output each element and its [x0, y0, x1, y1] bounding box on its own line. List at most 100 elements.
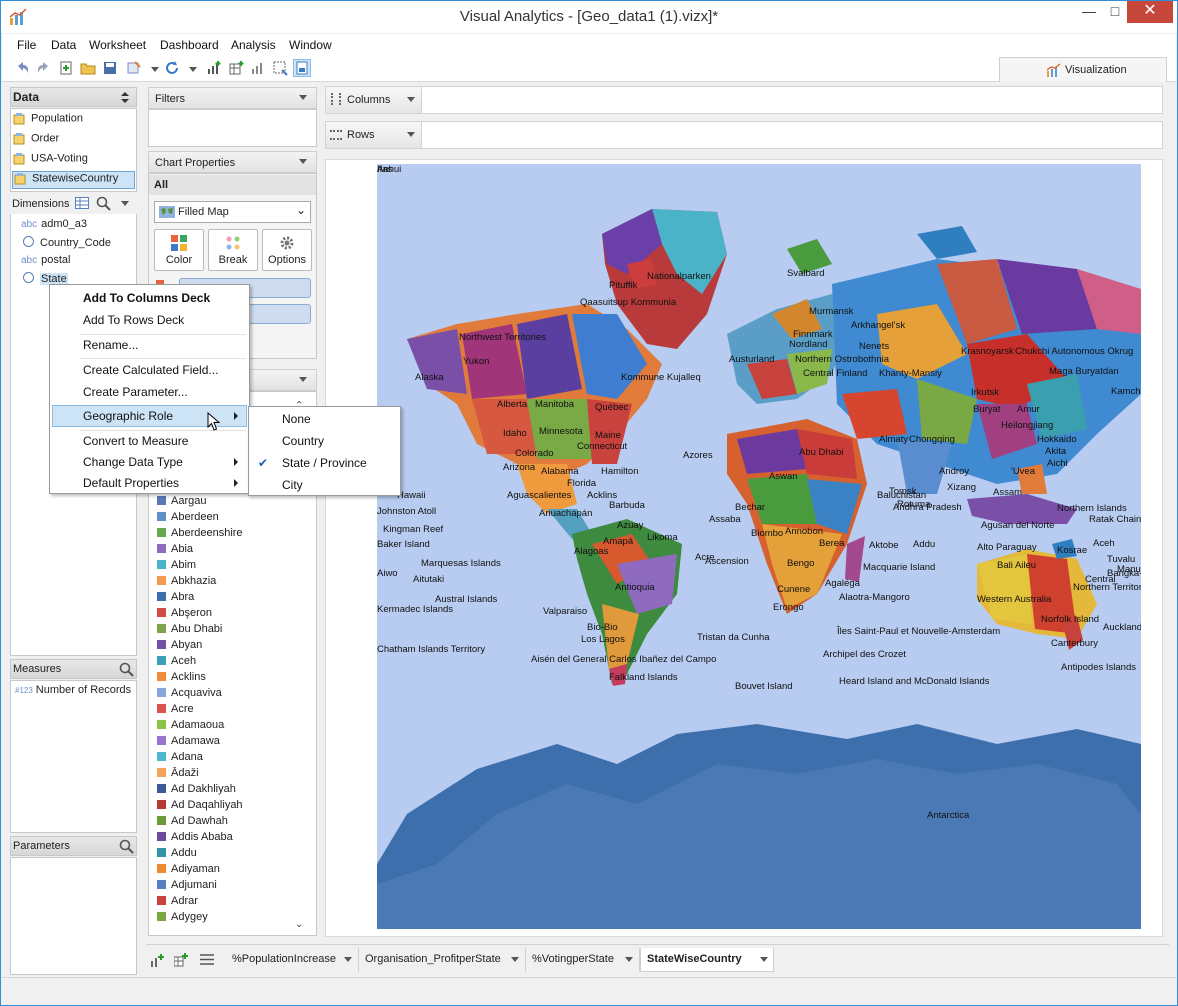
- rows-shelf[interactable]: Rows: [325, 121, 1163, 149]
- menu-dashboard[interactable]: Dashboard: [160, 38, 219, 52]
- legend-item[interactable]: Acre: [157, 703, 194, 719]
- presentation-mode-icon[interactable]: [293, 59, 311, 77]
- legend-item[interactable]: Aargau: [157, 495, 206, 511]
- measure-item[interactable]: #123 Number of Records: [15, 684, 131, 702]
- table-view-icon[interactable]: [75, 197, 89, 209]
- dimensions-dropdown-caret[interactable]: [121, 201, 129, 206]
- menu-add-to-columns[interactable]: Add To Columns Deck: [83, 291, 210, 311]
- menu-analysis[interactable]: Analysis: [231, 38, 276, 52]
- role-country[interactable]: Country: [282, 434, 324, 448]
- refresh-dropdown-caret[interactable]: [189, 67, 197, 72]
- add-chart-icon[interactable]: [206, 60, 222, 76]
- dimension-item[interactable]: Country_Code: [23, 236, 111, 254]
- search-icon[interactable]: [119, 839, 134, 854]
- sheet-list-icon[interactable]: [200, 954, 214, 965]
- legend-item[interactable]: Aberdeenshire: [157, 527, 243, 543]
- sheet-tab[interactable]: Organisation_ProfitperState: [359, 948, 526, 972]
- role-none[interactable]: None: [282, 412, 311, 426]
- menu-add-to-rows[interactable]: Add To Rows Deck: [83, 313, 184, 333]
- legend-item[interactable]: Acquaviva: [157, 687, 222, 703]
- legend-item[interactable]: Abyan: [157, 639, 202, 655]
- undo-icon[interactable]: [14, 60, 30, 76]
- sheet-tab[interactable]: %PopulationIncrease: [226, 948, 359, 972]
- data-source-item[interactable]: USA-Voting: [13, 152, 88, 170]
- role-state-province[interactable]: State / Province: [282, 456, 367, 470]
- wand-dropdown-caret[interactable]: [151, 67, 159, 72]
- legend-item[interactable]: Ad Dakhliyah: [157, 783, 236, 799]
- legend-item[interactable]: Acklins: [157, 671, 206, 687]
- search-icon[interactable]: [119, 662, 134, 677]
- menu-rename[interactable]: Rename...: [83, 338, 138, 358]
- legend-item[interactable]: Addu: [157, 847, 197, 863]
- legend-item[interactable]: Adana: [157, 751, 203, 767]
- legend-item[interactable]: Ad Dawhah: [157, 815, 228, 831]
- menu-geographic-role[interactable]: Geographic Role: [83, 409, 173, 429]
- menu-create-parameter[interactable]: Create Parameter...: [83, 385, 188, 405]
- sheet-tab[interactable]: %VotingperState: [526, 948, 640, 972]
- close-button[interactable]: ✕: [1127, 1, 1173, 23]
- color-button[interactable]: Color: [154, 229, 204, 271]
- refresh-icon[interactable]: [164, 60, 180, 76]
- legend-item[interactable]: Adrar: [157, 895, 198, 911]
- role-city[interactable]: City: [282, 478, 303, 492]
- all-marks-bar[interactable]: All: [149, 175, 316, 195]
- legend-item[interactable]: Adiyaman: [157, 863, 220, 879]
- sheet-tab-active[interactable]: StateWiseCountry: [640, 948, 774, 972]
- filters-drop-area[interactable]: [148, 109, 317, 147]
- save-icon[interactable]: [102, 60, 118, 76]
- legend-item[interactable]: Adamaoua: [157, 719, 224, 735]
- columns-dropdown-caret[interactable]: [407, 97, 415, 102]
- options-button[interactable]: Options: [262, 229, 312, 271]
- legend-item[interactable]: Adamawa: [157, 735, 220, 751]
- legend-item[interactable]: Adjumani: [157, 879, 217, 895]
- legend-item[interactable]: Aceh: [157, 655, 196, 671]
- dimension-item[interactable]: abc postal: [21, 254, 70, 272]
- legend-item[interactable]: Ad Daqahliyah: [157, 799, 243, 815]
- bar-chart-icon[interactable]: [250, 60, 266, 76]
- legend-item[interactable]: Abu Dhabi: [157, 623, 222, 639]
- open-folder-icon[interactable]: [80, 60, 96, 76]
- menu-worksheet[interactable]: Worksheet: [89, 38, 146, 52]
- menu-data[interactable]: Data: [51, 38, 76, 52]
- new-worksheet-icon[interactable]: [151, 953, 165, 967]
- legend-item[interactable]: Aberdeen: [157, 511, 219, 527]
- menu-create-calculated-field[interactable]: Create Calculated Field...: [83, 363, 218, 383]
- lasso-icon[interactable]: [272, 60, 288, 76]
- legend-item[interactable]: Abşeron: [157, 607, 212, 623]
- redo-icon[interactable]: [36, 60, 52, 76]
- scroll-down-icon[interactable]: ⌄: [295, 919, 303, 930]
- legend-item[interactable]: Abia: [157, 543, 193, 559]
- sort-arrows-icon[interactable]: [121, 92, 129, 103]
- dimension-item[interactable]: abc adm0_a3: [21, 218, 87, 236]
- wand-icon[interactable]: [126, 60, 142, 76]
- legend-item[interactable]: Addis Ababa: [157, 831, 233, 847]
- new-icon[interactable]: [58, 60, 74, 76]
- legend-item[interactable]: Ādaži: [157, 767, 199, 783]
- menu-convert-to-measure[interactable]: Convert to Measure: [83, 434, 188, 454]
- search-icon[interactable]: [96, 196, 111, 211]
- filled-map[interactable]: Nationalparken Pituffik Qaasuitsup Kommuni…: [377, 164, 1141, 929]
- legend-item[interactable]: Abim: [157, 559, 196, 575]
- chart-properties-dropdown-caret[interactable]: [299, 159, 307, 164]
- break-button[interactable]: Break: [208, 229, 258, 271]
- legend-item[interactable]: Adygey: [157, 911, 208, 927]
- columns-shelf[interactable]: Columns: [325, 86, 1163, 114]
- tab-dropdown-caret[interactable]: [625, 957, 633, 962]
- tab-dropdown-caret[interactable]: [344, 957, 352, 962]
- legend-dropdown-caret[interactable]: [299, 377, 307, 382]
- data-source-item[interactable]: Order: [13, 132, 59, 150]
- chart-type-select[interactable]: Filled Map ⌄: [154, 201, 311, 223]
- menu-file[interactable]: File: [17, 38, 36, 52]
- legend-item[interactable]: Abkhazia: [157, 575, 216, 591]
- tab-dropdown-caret[interactable]: [760, 957, 768, 962]
- menu-default-properties[interactable]: Default Properties: [83, 476, 179, 496]
- menu-window[interactable]: Window: [289, 38, 332, 52]
- data-source-item-selected[interactable]: StatewiseCountry: [12, 171, 135, 189]
- new-dashboard-icon[interactable]: [174, 953, 188, 967]
- add-table-icon[interactable]: [228, 60, 244, 76]
- filters-dropdown-caret[interactable]: [299, 95, 307, 100]
- legend-item[interactable]: Abra: [157, 591, 194, 607]
- tab-dropdown-caret[interactable]: [511, 957, 519, 962]
- menu-change-data-type[interactable]: Change Data Type: [83, 455, 183, 475]
- rows-dropdown-caret[interactable]: [407, 132, 415, 137]
